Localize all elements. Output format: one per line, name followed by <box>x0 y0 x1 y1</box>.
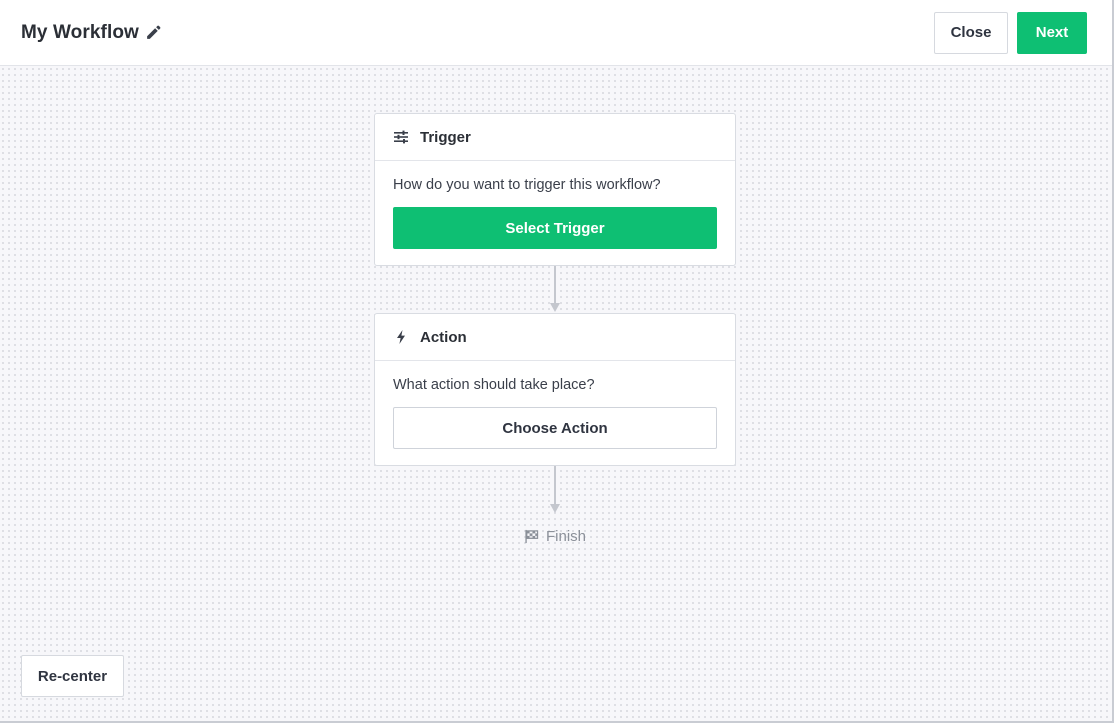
trigger-card-header: Trigger <box>375 114 735 161</box>
select-trigger-button[interactable]: Select Trigger <box>393 207 717 249</box>
workflow-editor: My Workflow Close Next Trigger How do yo… <box>0 0 1114 723</box>
action-card-header: Action <box>375 314 735 361</box>
finish-label: Finish <box>546 528 587 545</box>
close-button[interactable]: Close <box>934 11 1008 54</box>
finish-node: Finish <box>524 528 586 545</box>
action-card: Action What action should take place? Ch… <box>374 313 736 466</box>
action-question: What action should take place? <box>393 377 595 393</box>
action-to-finish-connector <box>550 466 560 513</box>
pencil-icon[interactable] <box>145 24 162 41</box>
sliders-icon <box>393 129 409 145</box>
lightning-icon <box>393 329 409 345</box>
trigger-card-title: Trigger <box>420 128 471 146</box>
action-card-body: What action should take place? Choose Ac… <box>375 361 735 449</box>
header-bar: My Workflow Close Next <box>0 0 1112 66</box>
trigger-question: How do you want to trigger this workflow… <box>393 177 661 193</box>
choose-action-button[interactable]: Choose Action <box>393 407 717 449</box>
action-card-title: Action <box>420 328 467 346</box>
checkered-flag-icon <box>524 529 539 544</box>
header-actions: Close Next <box>934 11 1087 54</box>
workflow-canvas[interactable]: Trigger How do you want to trigger this … <box>0 66 1112 721</box>
recenter-button[interactable]: Re-center <box>21 655 124 697</box>
trigger-card: Trigger How do you want to trigger this … <box>374 113 736 266</box>
page-title: My Workflow <box>21 21 139 43</box>
next-button[interactable]: Next <box>1017 11 1087 54</box>
title-group: My Workflow <box>21 22 162 44</box>
trigger-to-action-connector <box>550 266 560 312</box>
trigger-card-body: How do you want to trigger this workflow… <box>375 161 735 249</box>
